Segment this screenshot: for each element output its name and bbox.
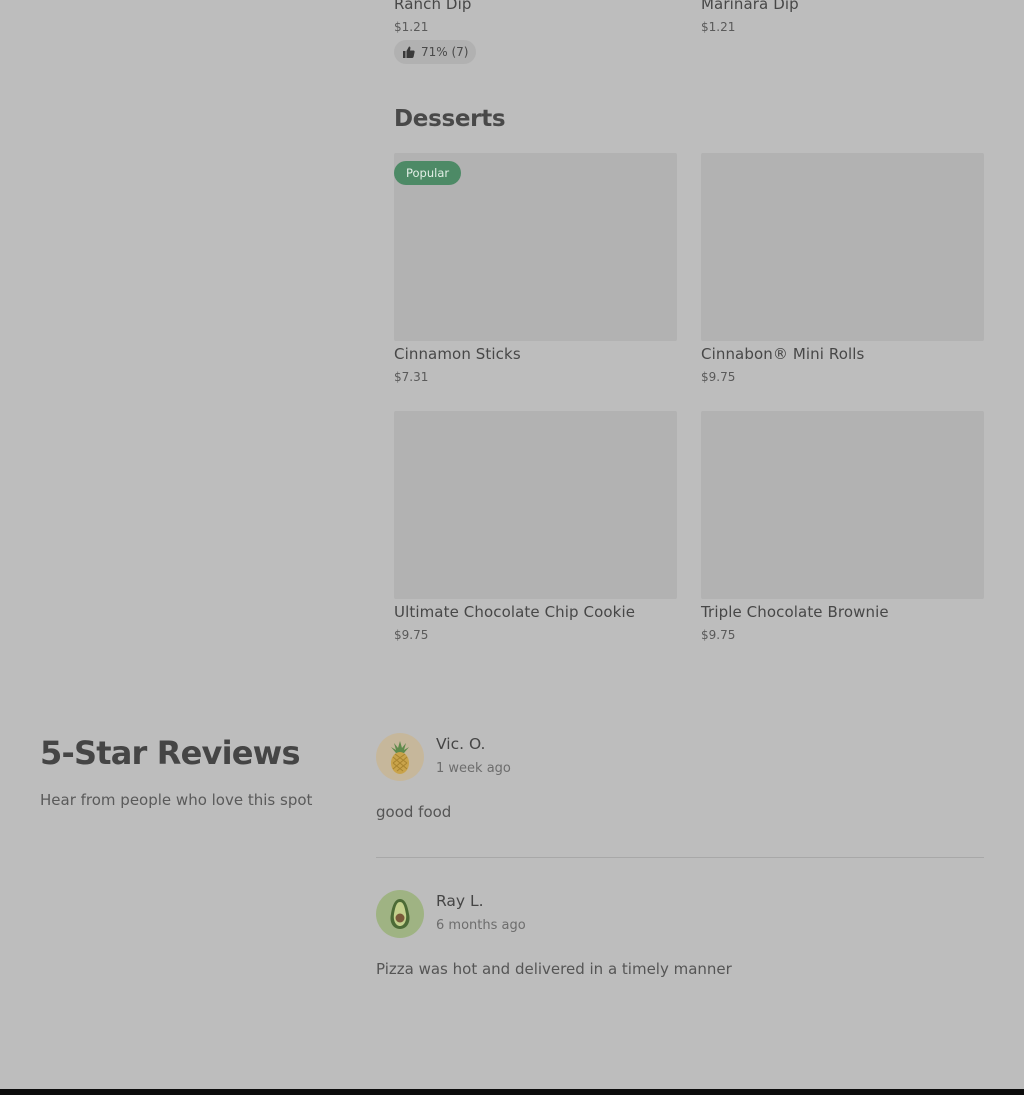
- review-text: Pizza was hot and delivered in a timely …: [376, 960, 732, 978]
- reviewer-name: Ray L.: [436, 892, 484, 910]
- review-time: 1 week ago: [436, 761, 511, 776]
- menu-item-price: $9.75: [701, 370, 736, 384]
- menu-item-name[interactable]: Cinnamon Sticks: [394, 345, 521, 363]
- menu-item-name[interactable]: Ultimate Chocolate Chip Cookie: [394, 603, 635, 621]
- reviews-title: 5-Star Reviews: [40, 734, 301, 772]
- pineapple-icon: [387, 739, 413, 775]
- menu-item-price: $9.75: [394, 628, 429, 642]
- menu-item-price: $9.75: [701, 628, 736, 642]
- reviews-subtitle: Hear from people who love this spot: [40, 791, 313, 809]
- review-text: good food: [376, 803, 452, 821]
- review-time: 6 months ago: [436, 918, 526, 933]
- reviewer-avatar: [376, 890, 424, 938]
- popular-badge: Popular: [394, 161, 462, 185]
- menu-item-image[interactable]: [394, 411, 677, 599]
- thumbs-up-icon: [402, 46, 415, 58]
- avocado-icon: [388, 898, 412, 930]
- section-title-desserts: Desserts: [394, 106, 506, 132]
- menu-item-name[interactable]: Cinnabon® Mini Rolls: [701, 345, 864, 363]
- menu-item-image[interactable]: [701, 153, 984, 341]
- menu-item-image[interactable]: [701, 411, 984, 599]
- footer-bar: [0, 1089, 1024, 1095]
- menu-item-price: $7.31: [394, 370, 429, 384]
- menu-item-name[interactable]: Ranch Dip: [394, 0, 471, 13]
- menu-item-name[interactable]: Triple Chocolate Brownie: [701, 603, 889, 621]
- reviewer-avatar: [376, 733, 424, 781]
- review-divider: [376, 857, 984, 858]
- rating-chip: 71% (7): [394, 40, 477, 64]
- menu-item-price: $1.21: [394, 20, 429, 34]
- rating-text: 71% (7): [421, 45, 469, 59]
- reviewer-name: Vic. O.: [436, 735, 486, 753]
- menu-item-name[interactable]: Marinara Dip: [701, 0, 799, 13]
- menu-item-price: $1.21: [701, 20, 736, 34]
